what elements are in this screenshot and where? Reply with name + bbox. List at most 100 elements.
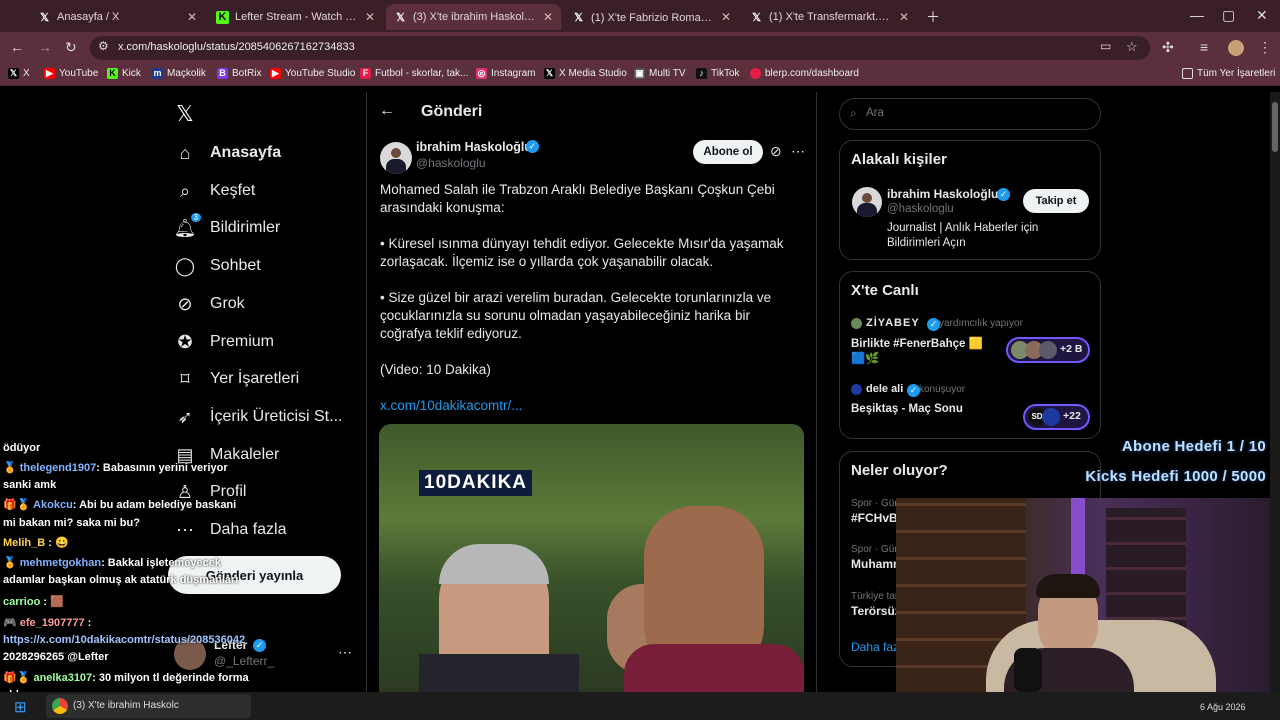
- bookmark-mackolik[interactable]: m Maçkolik: [152, 68, 206, 79]
- post-text-credit: (Video: 10 Dakika): [380, 362, 491, 377]
- video-logo: 10DAKIKA: [419, 470, 533, 496]
- nav-creator-studio[interactable]: ➶ İçerik Üreticisi St...: [174, 406, 342, 428]
- scrollbar[interactable]: [1270, 92, 1280, 692]
- tab-title: Anasayfa / X: [57, 11, 120, 23]
- x-logo-icon[interactable]: 𝕏: [176, 101, 194, 127]
- search-box[interactable]: ⌕ Ara: [839, 98, 1101, 130]
- author-name[interactable]: ibrahim Haskoloğlu: [416, 140, 532, 154]
- bookmark-icon: ⌑: [180, 368, 190, 389]
- close-icon[interactable]: ✕: [187, 10, 197, 24]
- chat-icon: ◯: [174, 255, 196, 276]
- live-topic: Beşiktaş - Maç Sonu: [851, 403, 963, 415]
- site-info-icon[interactable]: ⚙: [98, 39, 109, 53]
- trend-item[interactable]: Terörsüz: [851, 604, 901, 618]
- address-bar[interactable]: ⚙ x.com/haskologlu/status/20854062671627…: [90, 36, 1150, 60]
- post-link[interactable]: x.com/10dakikacomtr/...: [380, 397, 800, 415]
- tab-4[interactable]: 𝕏 (1) X'te Fabrizio Romano: "🚨 ✕: [564, 4, 739, 30]
- author-avatar[interactable]: [380, 142, 412, 174]
- tab-title: (3) X'te ibrahim Haskoloğlu: "M: [413, 11, 537, 23]
- search-input[interactable]: Ara: [866, 107, 884, 119]
- chat-line[interactable]: https://x.com/10dakikacomtr/status/20853…: [3, 632, 245, 649]
- related-handle[interactable]: @haskologlu: [887, 203, 954, 215]
- trend-item[interactable]: #FCHvB: [851, 511, 898, 525]
- reload-icon[interactable]: ↻: [65, 39, 77, 56]
- post-video[interactable]: 10DAKIKA: [379, 424, 804, 692]
- url-text: x.com/haskologlu/status/2085406267162734…: [118, 41, 355, 53]
- bookmark-futbol[interactable]: F Futbol - skorlar, tak...: [360, 68, 468, 79]
- x-icon: 𝕏: [396, 11, 405, 24]
- x-icon: 𝕏: [574, 11, 583, 24]
- minimize-icon[interactable]: —: [1190, 7, 1204, 23]
- close-icon[interactable]: ✕: [721, 10, 731, 24]
- author-handle[interactable]: @haskologlu: [416, 156, 486, 170]
- back-icon[interactable]: ←: [10, 39, 24, 55]
- chat-line: Melih_B : 😀: [3, 537, 69, 549]
- close-icon[interactable]: ✕: [543, 10, 553, 24]
- nav-home[interactable]: ⌂ Anasayfa: [174, 142, 282, 164]
- scrollbar-thumb[interactable]: [1272, 102, 1278, 152]
- star-icon[interactable]: ☆: [1126, 39, 1138, 55]
- nav-notifications[interactable]: 🔔︎ 3 Bildirimler: [174, 213, 280, 239]
- tab-3[interactable]: 𝕏 (3) X'te ibrahim Haskoloğlu: "M ✕: [386, 4, 561, 30]
- bookmark-x[interactable]: 𝕏X: [8, 68, 30, 79]
- grok-icon[interactable]: ⊘: [770, 143, 782, 160]
- bookmark-multi-tv[interactable]: ▣ Multi TV: [634, 68, 686, 79]
- bookmark-tiktok[interactable]: ♪ TikTok: [696, 68, 740, 79]
- windows-start-icon[interactable]: ⊞: [14, 698, 27, 716]
- menu-icon[interactable]: ⋮: [1258, 39, 1272, 56]
- nav-grok[interactable]: ⊘ Grok: [174, 293, 244, 315]
- nav-chat[interactable]: ◯ Sohbet: [174, 255, 261, 277]
- x-icon: 𝕏: [752, 11, 761, 24]
- tab-5[interactable]: 𝕏 (1) X'te Transfermarkt.com.tr: " ✕: [742, 4, 917, 30]
- bookmark-x-media-studio[interactable]: 𝕏X Media Studio: [544, 68, 627, 79]
- x-icon: 𝕏: [8, 68, 19, 79]
- related-bio: Journalist | Anlık Haberler için Bildiri…: [887, 222, 1039, 249]
- live-space-1[interactable]: ZİYABEY ✓ yardımcılık yapıyor Birlikte #…: [851, 316, 1091, 366]
- close-icon[interactable]: ✕: [899, 10, 909, 24]
- bookmark-youtube-studio[interactable]: ▶ YouTube Studio: [270, 68, 355, 79]
- cast-icon[interactable]: ▭: [1100, 39, 1111, 53]
- subscribe-button[interactable]: Abone ol: [693, 140, 763, 164]
- close-window-icon[interactable]: ✕: [1256, 7, 1268, 24]
- bookmark-kick[interactable]: K Kick: [107, 68, 141, 79]
- chat-line: mi bakan mi? saka mi bu?: [3, 517, 140, 529]
- tab-bar: 𝕏 Anasayfa / X ✕ K Lefter Stream - Watch…: [0, 0, 1280, 32]
- taskbar-window[interactable]: (3) X'te ibrahim Haskolc: [46, 694, 251, 718]
- bookmark-blerp[interactable]: blerp.com/dashboard: [750, 68, 859, 79]
- video-person-right-shirt: [624, 644, 804, 692]
- forward-icon[interactable]: →: [38, 39, 52, 55]
- bookmark-youtube[interactable]: ▶ YouTube: [44, 68, 98, 79]
- nav-bookmarks[interactable]: ⌑ Yer İşaretleri: [174, 368, 299, 390]
- live-listeners: +2 B: [1006, 337, 1090, 363]
- more-icon[interactable]: ⋯: [791, 143, 805, 160]
- notification-badge: 3: [190, 213, 201, 222]
- chat-line: 🎮 efe_1907777 :: [3, 617, 92, 629]
- nav-explore[interactable]: ⌕ Keşfet: [174, 180, 255, 202]
- more-icon[interactable]: ⋯: [338, 644, 352, 661]
- taskbar: ⊞ (3) X'te ibrahim Haskolc 6 Ağu 2026: [0, 692, 1280, 720]
- live-space-2[interactable]: dele ali ✓ konuşuyor Beşiktaş - Maç Sonu…: [851, 382, 1091, 430]
- listener-count: +2 B: [1060, 343, 1083, 355]
- home-icon: ⌂: [179, 142, 191, 163]
- tab-1[interactable]: 𝕏 Anasayfa / X ✕: [30, 4, 205, 30]
- maximize-icon[interactable]: ▢: [1222, 7, 1235, 24]
- profile-avatar[interactable]: [1228, 40, 1244, 56]
- nav-premium[interactable]: ✪ Premium: [174, 331, 274, 353]
- tab-2[interactable]: K Lefter Stream - Watch Live on Kick ✕: [208, 4, 383, 30]
- extensions-icon[interactable]: ✣: [1162, 39, 1174, 56]
- chat-line: 🏅 mehmetgokhan: Bakkal işletemeyecek: [3, 557, 221, 569]
- bookmark-instagram[interactable]: ◎ Instagram: [476, 68, 535, 79]
- tab-title: (1) X'te Fabrizio Romano: "🚨: [591, 11, 715, 24]
- media-icon[interactable]: ≡: [1200, 39, 1208, 55]
- avatar[interactable]: [852, 187, 882, 217]
- chat-line: sanki amk: [3, 479, 57, 491]
- close-icon[interactable]: ✕: [365, 10, 375, 24]
- follow-button[interactable]: Takip et: [1023, 189, 1089, 213]
- back-arrow-icon[interactable]: ←: [379, 102, 395, 120]
- chat-line: 🎁🏅 Akokcu: Abi bu adam belediye baskani: [3, 499, 237, 511]
- new-tab-icon[interactable]: ＋: [926, 7, 940, 27]
- all-bookmarks[interactable]: Tüm Yer İşaretleri: [1182, 68, 1275, 79]
- bookmark-botrix[interactable]: B BotRix: [217, 68, 261, 79]
- related-name[interactable]: ibrahim Haskoloğlu: [887, 187, 998, 201]
- avatar: [851, 318, 862, 329]
